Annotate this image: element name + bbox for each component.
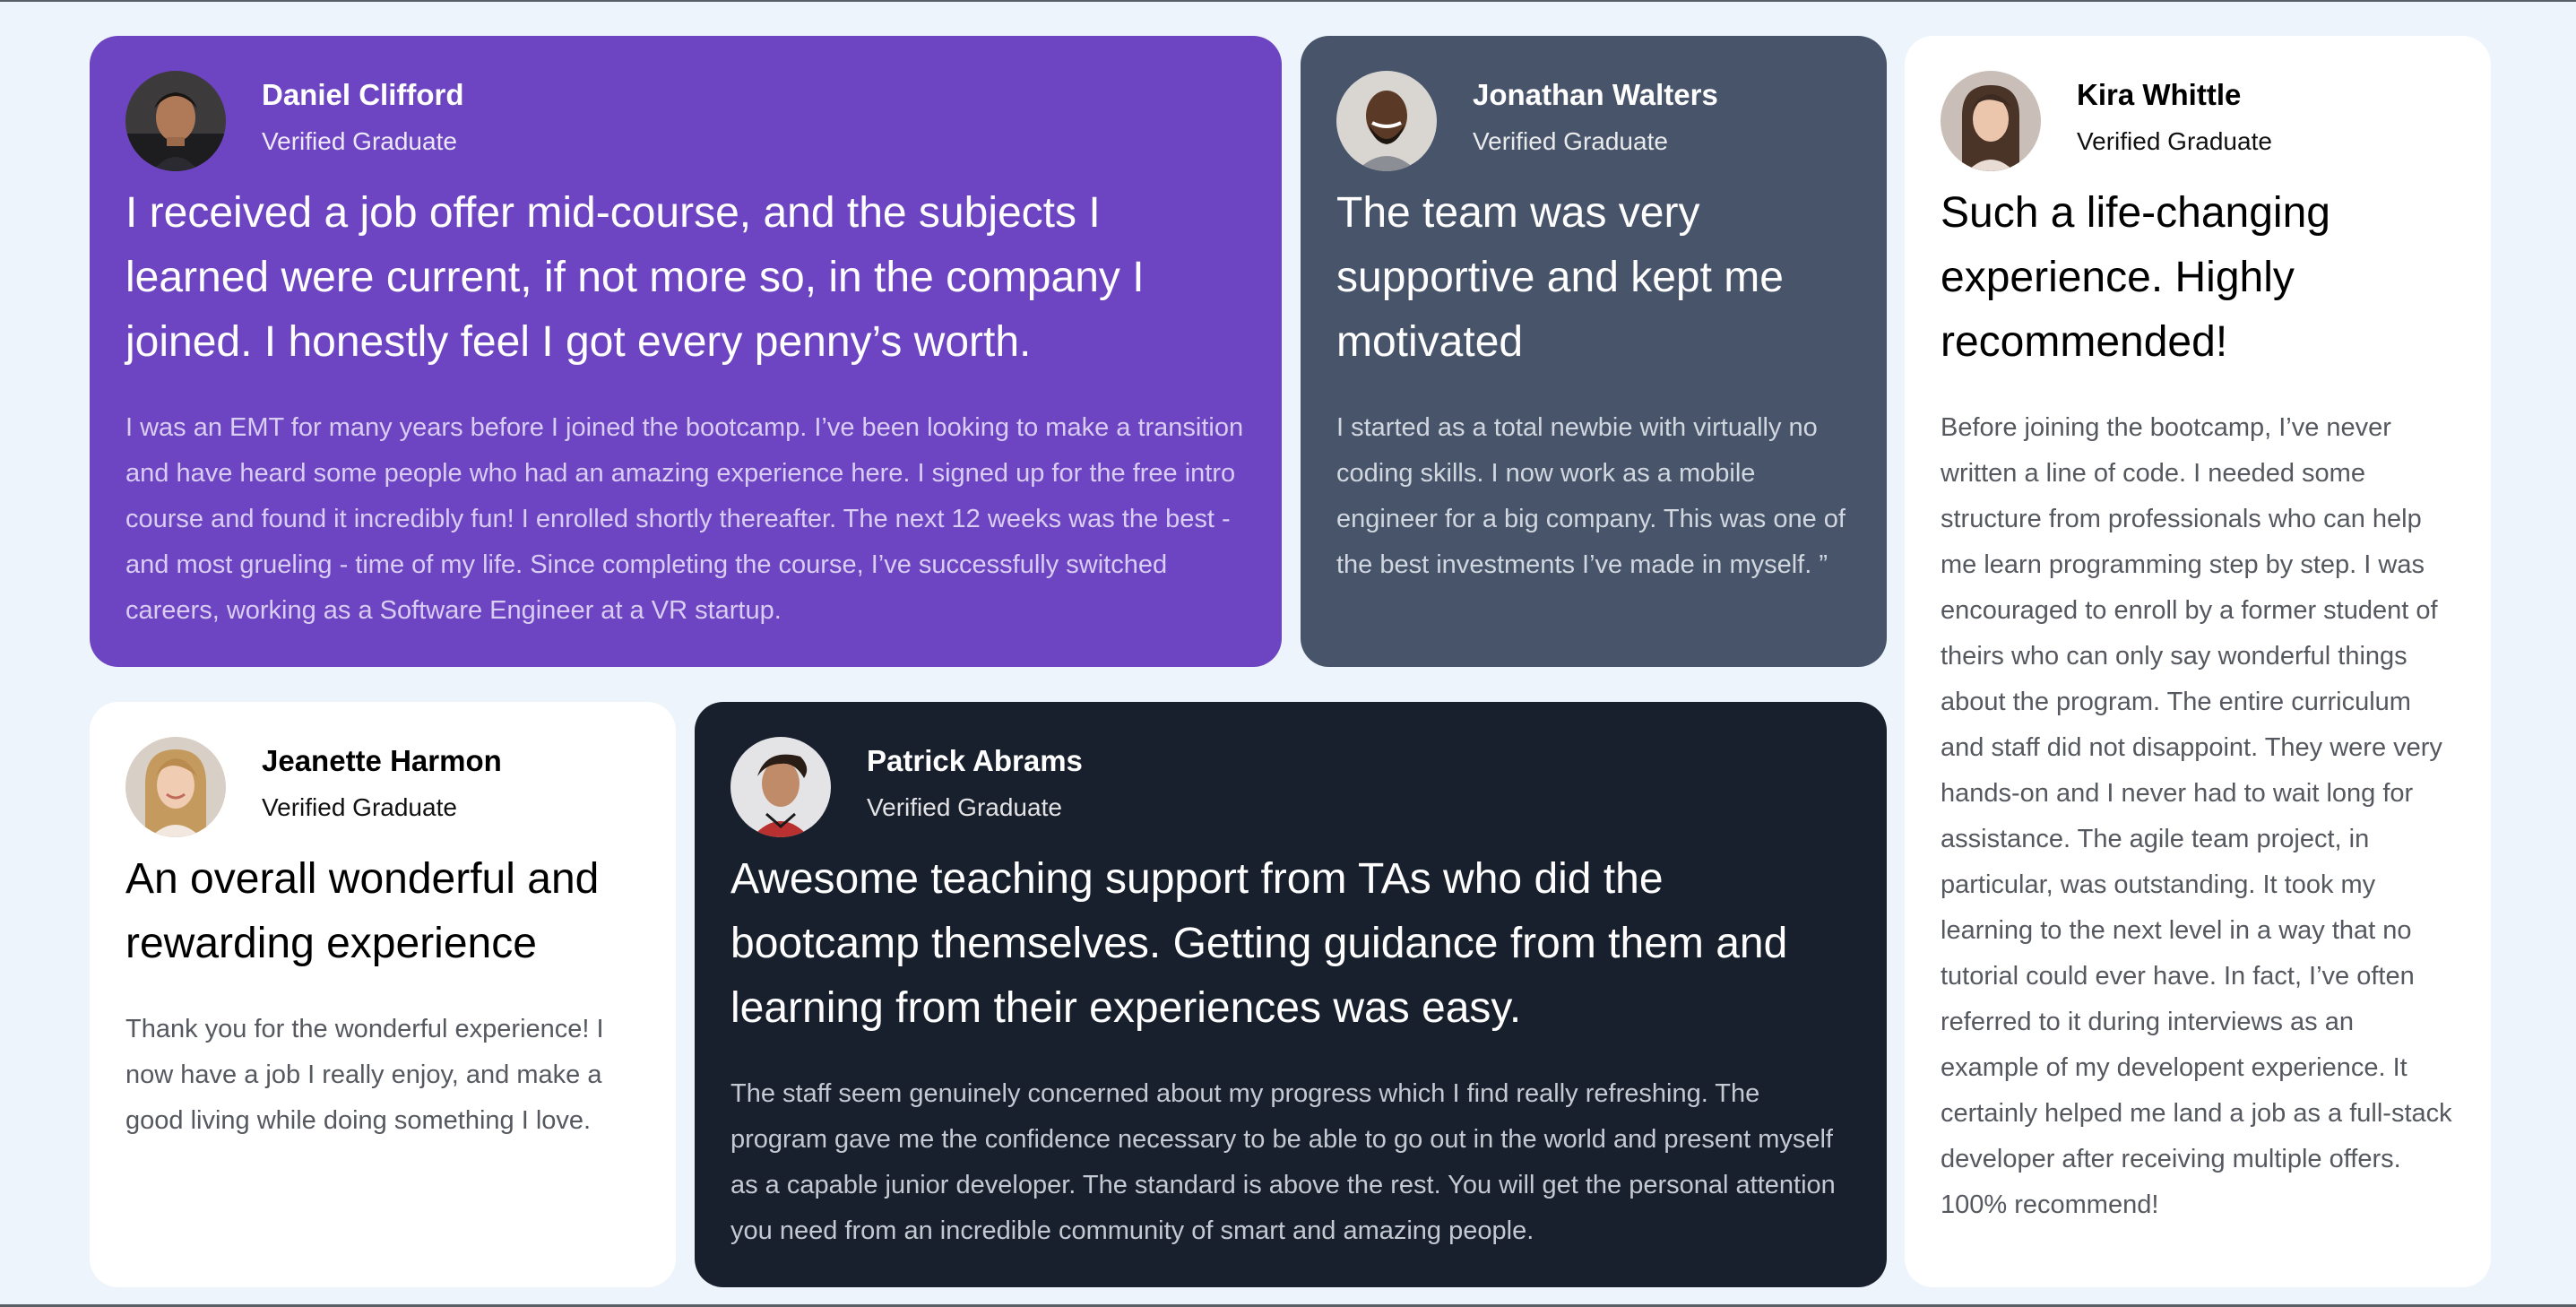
testimonial-card-jonathan-walters: Jonathan Walters Verified Graduate The t… [1301, 36, 1887, 667]
author-name: Daniel Clifford [262, 78, 464, 111]
author-role: Verified Graduate [1473, 127, 1668, 155]
author-name: Patrick Abrams [867, 744, 1083, 777]
testimonial-headline: I received a job offer mid-course, and t… [125, 189, 1145, 366]
testimonial-body: I started as a total newbie with virtual… [1336, 413, 1846, 579]
avatar-jeanette-harmon [125, 737, 226, 837]
testimonial-headline: An overall wonderful and rewarding exper… [125, 855, 600, 967]
testimonial-header: Jonathan Walters Verified Graduate [1336, 70, 1851, 172]
author-name: Kira Whittle [2077, 78, 2242, 111]
avatar-kira-whittle [1941, 71, 2041, 171]
author-role: Verified Graduate [867, 793, 1062, 821]
testimonial-card-daniel-clifford: Daniel Clifford Verified Graduate I rece… [90, 36, 1282, 667]
testimonial-body: Thank you for the wonderful experience! … [125, 1015, 604, 1135]
testimonial-header: Daniel Clifford Verified Graduate [125, 70, 1246, 172]
testimonial-card-jeanette-harmon: Jeanette Harmon Verified Graduate An ove… [90, 702, 676, 1287]
testimonial-card-patrick-abrams: Patrick Abrams Verified Graduate Awesome… [695, 702, 1887, 1287]
author-name: Jeanette Harmon [262, 744, 502, 777]
testimonial-body: I was an EMT for many years before I joi… [125, 413, 1244, 625]
author-meta: Jonathan Walters Verified Graduate [1473, 77, 1718, 158]
testimonial-headline: Awesome teaching support from TAs who di… [730, 855, 1788, 1032]
author-meta: Daniel Clifford Verified Graduate [262, 77, 464, 158]
testimonial-body: Before joining the bootcamp, I’ve never … [1941, 413, 2452, 1219]
avatar-image [125, 737, 226, 837]
testimonial-header: Jeanette Harmon Verified Graduate [125, 736, 640, 838]
avatar-image [1941, 71, 2041, 171]
avatar-image [125, 71, 226, 171]
testimonial-headline: The team was very supportive and kept me… [1336, 189, 1784, 366]
testimonial-header: Kira Whittle Verified Graduate [1941, 70, 2455, 172]
avatar-image [730, 737, 831, 837]
author-role: Verified Graduate [262, 127, 457, 155]
avatar-patrick-abrams [730, 737, 831, 837]
testimonial-body: The staff seem genuinely concerned about… [730, 1079, 1836, 1245]
testimonial-header: Patrick Abrams Verified Graduate [730, 736, 1851, 838]
avatar-image [1336, 71, 1437, 171]
avatar-daniel-clifford [125, 71, 226, 171]
author-role: Verified Graduate [2077, 127, 2272, 155]
author-meta: Jeanette Harmon Verified Graduate [262, 743, 502, 824]
author-name: Jonathan Walters [1473, 78, 1718, 111]
testimonial-card-kira-whittle: Kira Whittle Verified Graduate Such a li… [1905, 36, 2491, 1287]
author-meta: Kira Whittle Verified Graduate [2077, 77, 2272, 158]
author-role: Verified Graduate [262, 793, 457, 821]
author-meta: Patrick Abrams Verified Graduate [867, 743, 1083, 824]
avatar-jonathan-walters [1336, 71, 1437, 171]
testimonial-headline: Such a life-changing experience. Highly … [1941, 189, 2330, 366]
